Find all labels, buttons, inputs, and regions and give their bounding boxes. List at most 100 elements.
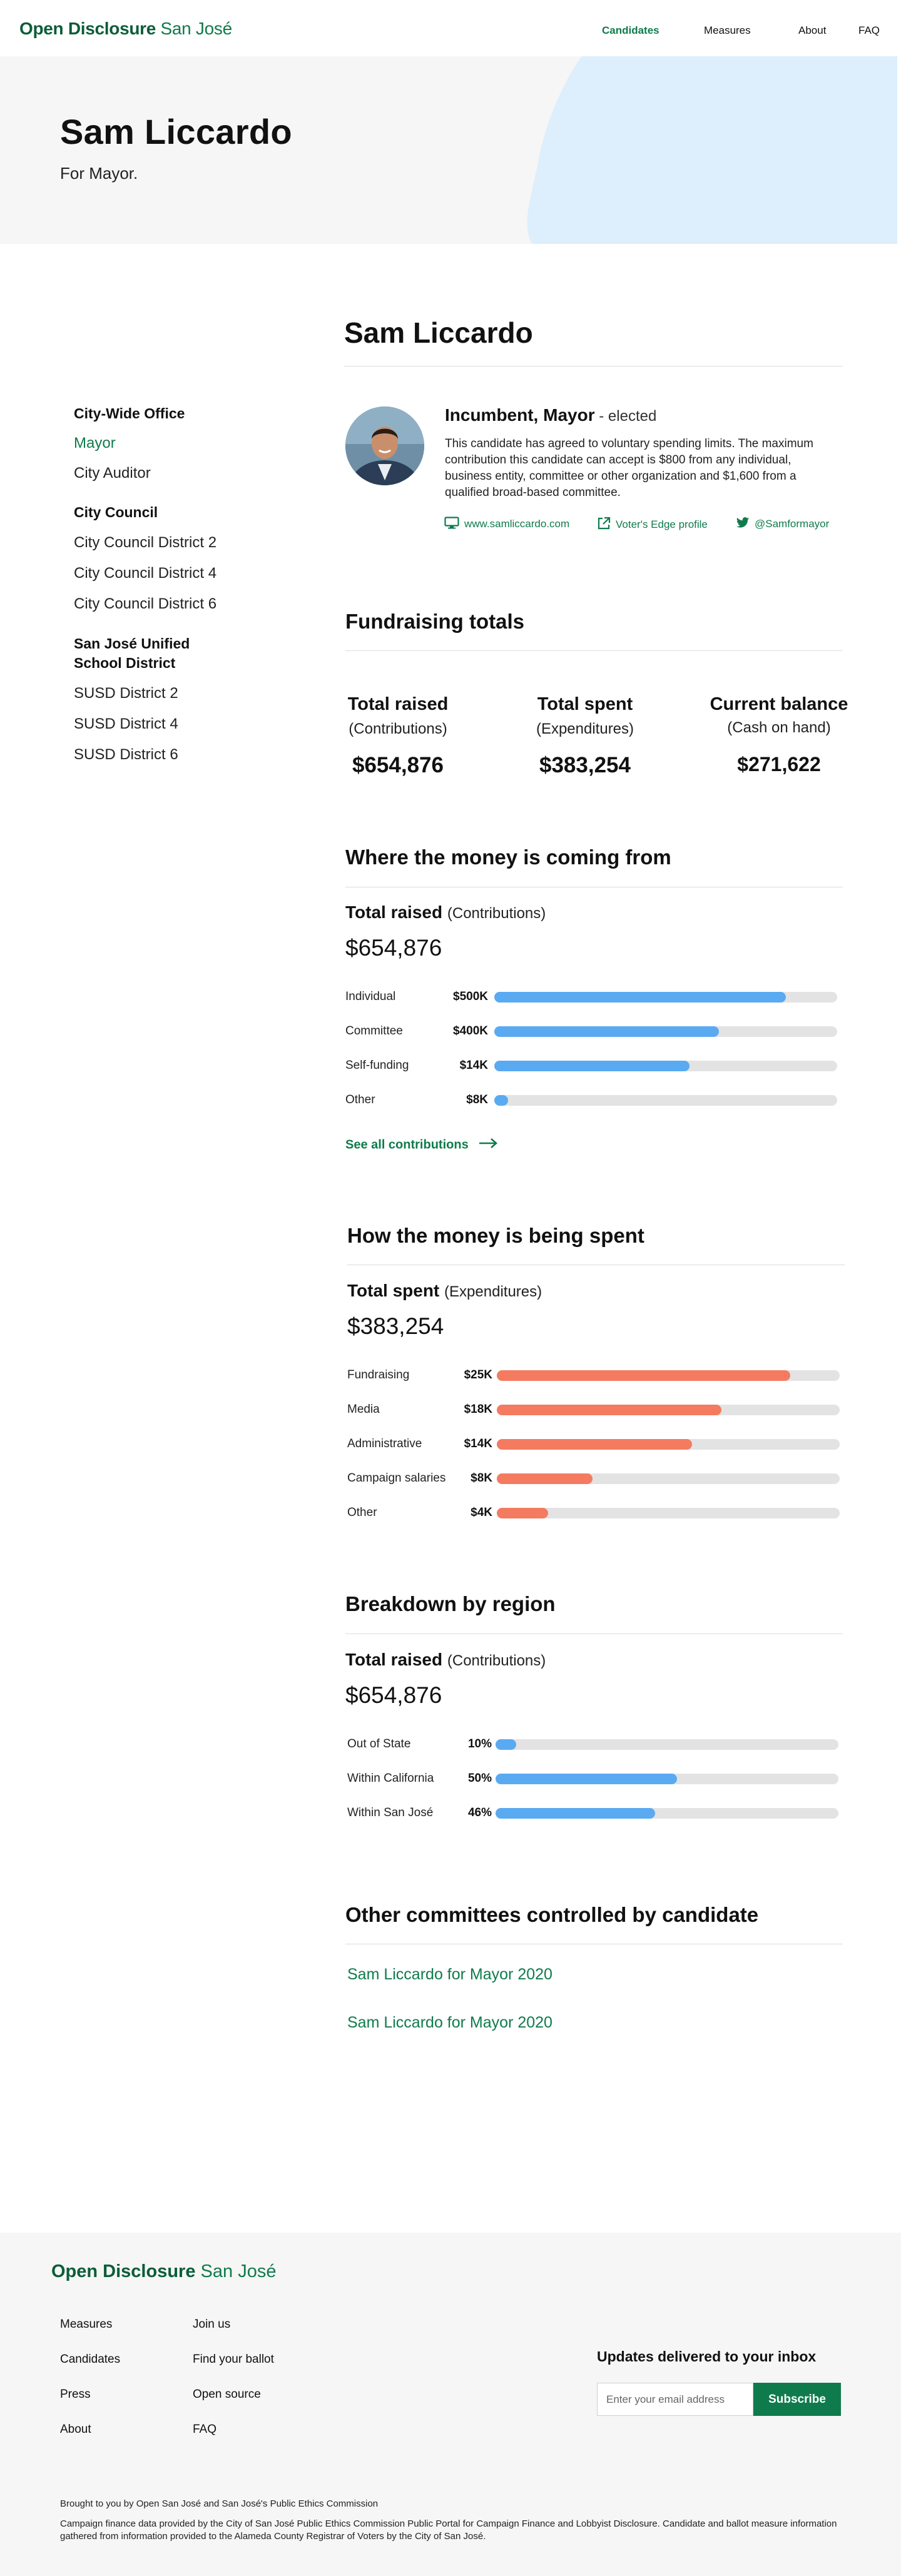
by-region-total-value: $654,876: [345, 1682, 442, 1708]
bar-category-label: Other: [345, 1093, 375, 1106]
website-link[interactable]: www.samliccardo.com: [444, 517, 569, 532]
bar-value-label: $14K: [459, 1059, 488, 1072]
bar-value-label: 46%: [467, 1806, 492, 1819]
bar-value-label: $14K: [464, 1437, 492, 1450]
bar-fill: [497, 1405, 721, 1415]
total-paren: (Expenditures): [444, 1283, 542, 1300]
bar-category-label: Committee: [345, 1024, 403, 1038]
newsletter-title: Updates delivered to your inbox: [597, 2348, 817, 2365]
bar-track: [494, 992, 837, 1003]
bar-value-label: $400K: [453, 1024, 488, 1038]
bar-category-label: Individual: [345, 990, 396, 1003]
bar-value-label: $8K: [471, 1472, 492, 1485]
footer-link-candidates[interactable]: Candidates: [60, 2353, 120, 2366]
footer-logo[interactable]: Open Disclosure San José: [51, 2261, 276, 2282]
sidebar-item-susd-4[interactable]: SUSD District 4: [74, 715, 178, 733]
sidebar-item-susd-6[interactable]: SUSD District 6: [74, 746, 178, 764]
voters-edge-link[interactable]: Voter's Edge profile: [597, 517, 708, 533]
bar-category-label: Fundraising: [347, 1368, 410, 1381]
page: Open Disclosure San José Candidates Meas…: [0, 0, 901, 2576]
footer-disclaimer: Campaign finance data provided by the Ci…: [60, 2518, 837, 2542]
sidebar-item-council-6[interactable]: City Council District 6: [74, 595, 216, 613]
bar-value-label: $500K: [453, 990, 488, 1003]
bar-track: [496, 1774, 838, 1784]
nav-faq[interactable]: FAQ: [858, 24, 880, 37]
sidebar-item-council-4[interactable]: City Council District 4: [74, 565, 216, 582]
bar-track: [497, 1370, 840, 1381]
being-spent-total-head: Total spent (Expenditures): [347, 1281, 542, 1301]
bar-category-label: Self-funding: [345, 1059, 409, 1072]
total-label: Total raised: [345, 1650, 443, 1669]
by-region-total-head: Total raised (Contributions): [345, 1650, 546, 1670]
stat-raised-value: $654,876: [352, 753, 444, 777]
sidebar-item-mayor[interactable]: Mayor: [74, 435, 116, 452]
footer-logo-bold: Open Disclosure: [51, 2261, 196, 2281]
nav-candidates[interactable]: Candidates: [602, 24, 659, 37]
bar-fill: [494, 1026, 719, 1037]
bar-track: [496, 1739, 838, 1750]
see-all-contributions-link[interactable]: See all contributions: [345, 1138, 498, 1153]
hero-subtitle: For Mayor.: [60, 164, 138, 183]
fundraising-title: Fundraising totals: [345, 610, 525, 633]
stat-balance-sub: (Cash on hand): [727, 719, 831, 736]
bar-value-label: 10%: [467, 1737, 492, 1750]
twitter-link[interactable]: @Samformayor: [736, 517, 829, 532]
total-paren: (Contributions): [447, 1652, 546, 1669]
footer-link-join-us[interactable]: Join us: [193, 2318, 230, 2331]
coming-from-total-head: Total raised (Contributions): [345, 902, 546, 922]
footer-link-open-source[interactable]: Open source: [193, 2388, 261, 2402]
bar-fill: [496, 1774, 677, 1784]
committee-link[interactable]: Sam Liccardo for Mayor 2020: [347, 1966, 552, 1984]
sidebar-item-susd-2[interactable]: SUSD District 2: [74, 685, 178, 702]
arrow-right-icon: [478, 1138, 498, 1153]
bar-category-label: Media: [347, 1403, 380, 1416]
bar-category-label: Administrative: [347, 1437, 422, 1450]
voters-edge-link-text: Voter's Edge profile: [616, 518, 708, 530]
footer-link-press[interactable]: Press: [60, 2388, 91, 2402]
stat-spent-sub: (Expenditures): [536, 720, 634, 737]
bar-fill: [497, 1439, 692, 1450]
newsletter-email-input[interactable]: [597, 2383, 753, 2416]
bar-track: [494, 1061, 837, 1071]
site-logo[interactable]: Open Disclosure San José: [19, 19, 232, 39]
bar-track: [497, 1508, 840, 1518]
footer-link-find-ballot[interactable]: Find your ballot: [193, 2353, 274, 2366]
footer-link-measures[interactable]: Measures: [60, 2318, 112, 2331]
see-all-contributions-text: See all contributions: [345, 1138, 469, 1152]
office-title: Incumbent, Mayor: [445, 405, 595, 425]
being-spent-total-value: $383,254: [347, 1313, 444, 1339]
bar-fill: [497, 1473, 593, 1484]
footer-link-faq[interactable]: FAQ: [193, 2423, 216, 2437]
stat-spent-head: Total spent: [537, 694, 633, 714]
nav-about[interactable]: About: [798, 24, 826, 37]
twitter-link-text: @Samformayor: [755, 517, 830, 530]
footer-link-about[interactable]: About: [60, 2423, 91, 2437]
bar-category-label: Out of State: [347, 1737, 411, 1750]
sidebar-group-council: City Council: [74, 504, 158, 520]
sidebar-item-council-2[interactable]: City Council District 2: [74, 534, 216, 552]
bar-fill: [494, 1061, 690, 1071]
committee-link[interactable]: Sam Liccardo for Mayor 2020: [347, 2014, 552, 2032]
bar-fill: [497, 1508, 548, 1518]
sidebar-item-city-auditor[interactable]: City Auditor: [74, 465, 151, 482]
nav-measures[interactable]: Measures: [704, 24, 751, 37]
bar-track: [494, 1026, 837, 1037]
bar-fill: [496, 1808, 655, 1819]
bar-value-label: 50%: [467, 1772, 492, 1785]
subscribe-button[interactable]: Subscribe: [753, 2383, 841, 2416]
hero-banner: Sam Liccardo For Mayor.: [0, 56, 901, 244]
bar-value-label: $18K: [464, 1403, 492, 1416]
coming-from-title: Where the money is coming from: [345, 846, 671, 869]
coming-from-total-value: $654,876: [345, 935, 442, 961]
external-link-icon: [597, 517, 611, 533]
bar-fill: [497, 1370, 790, 1381]
stat-raised-sub: (Contributions): [349, 720, 447, 737]
website-link-text: www.samliccardo.com: [464, 517, 570, 530]
being-spent-title: How the money is being spent: [347, 1224, 644, 1247]
stat-balance-value: $271,622: [737, 753, 821, 775]
total-label: Total raised: [345, 902, 443, 922]
bar-track: [496, 1808, 838, 1819]
top-nav: Open Disclosure San José Candidates Meas…: [0, 0, 901, 56]
bar-track: [497, 1405, 840, 1415]
stat-spent-value: $383,254: [539, 753, 631, 777]
